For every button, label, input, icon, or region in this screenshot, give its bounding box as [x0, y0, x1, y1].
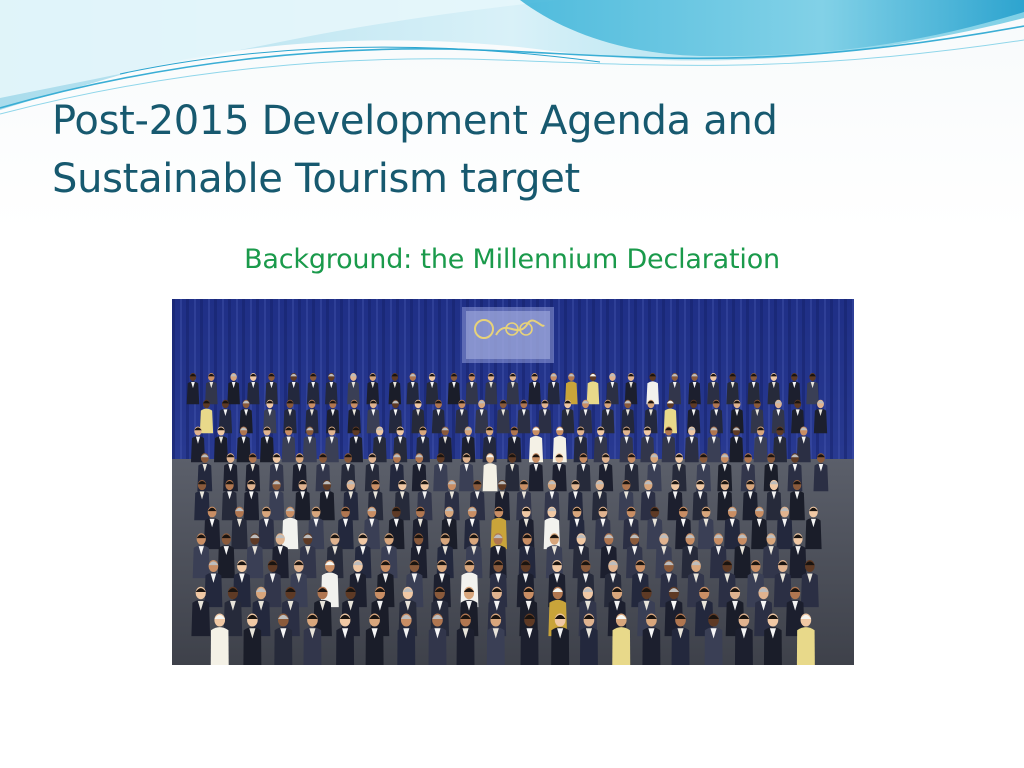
- un-millennium-summit-emblem: [462, 307, 554, 363]
- slide-title-line-1: Post-2015 Development Agenda and: [52, 98, 778, 144]
- slide-title: Post-2015 Development Agenda and Sustain…: [52, 92, 952, 208]
- slide-title-line-2: Sustainable Tourism target: [52, 156, 580, 202]
- group-photo: [172, 299, 854, 665]
- slide-subtitle: Background: the Millennium Declaration: [244, 244, 780, 275]
- slide: Post-2015 Development Agenda and Sustain…: [0, 0, 1024, 768]
